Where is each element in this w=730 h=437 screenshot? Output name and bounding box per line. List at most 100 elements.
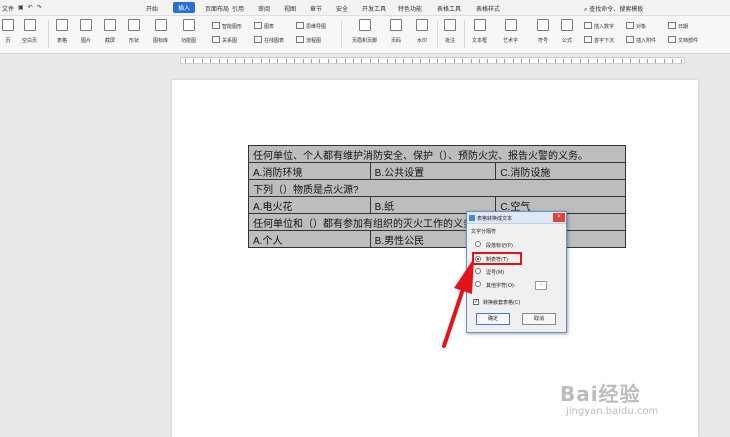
ruler-tick [311,59,312,63]
watermark-button[interactable]: 水印 [416,19,428,44]
table-row: A.电火花 B.纸 C.空气 [248,196,626,214]
textbox-button[interactable]: 文本框 [472,19,487,44]
word-art-button[interactable]: 艺术字 [503,19,518,44]
page-number-icon [390,19,402,31]
command-search[interactable]: ⌕ 查找命令、搜索模板 [584,4,643,14]
shape-icon [128,19,140,31]
header-footer-button[interactable]: 页眉和页脚 [352,19,377,44]
ruler-tick [327,59,329,63]
ruler-tick [453,59,455,63]
dialog-title: 表格转换成文本 [477,216,513,222]
table-cell[interactable]: 任何单位、个人都有维护消防安全、保护（）、预防火灾、报告火警的义务。 [248,145,626,163]
table-cell[interactable]: C.消防设施 [495,162,626,180]
tab-references[interactable]: 引用 [232,4,244,13]
ruler-tick [554,59,556,63]
tab-features[interactable]: 特色功能 [398,4,422,13]
formula-button[interactable]: 公式 [561,19,573,44]
function-chart-button[interactable]: 功能图 [181,19,196,44]
insert-number-button[interactable]: 插入数字 [584,22,614,30]
page-number-button[interactable]: 页码 [390,19,402,44]
blank-page-button[interactable]: 空白页 [22,19,37,44]
page-icon [2,19,14,31]
dialog-title-bar[interactable]: 表格转换成文本 × [467,212,566,224]
page-button[interactable]: 页 [2,19,14,44]
document-parts-button[interactable]: 文档部件 [668,36,698,44]
ruler-tick [630,59,632,63]
redo-icon[interactable]: ↷ [37,4,42,13]
tab-security[interactable]: 安全 [336,4,348,13]
mind-map-button[interactable]: 思维导图 [296,22,326,30]
tab-review[interactable]: 审阅 [258,4,270,13]
smart-art-button[interactable]: 智能图形 [212,22,242,30]
ruler-tick [445,59,447,63]
save-icon[interactable]: ▣ [18,4,24,13]
screenshot-button[interactable]: 截屏 [104,19,116,44]
ruler-tick [269,59,270,63]
table-button[interactable]: 表格 [56,19,68,44]
search-label: 查找命令、搜索模板 [589,6,644,13]
relation-chart-button[interactable]: 关系图 [212,36,237,44]
ruler-tick [193,59,195,63]
question-table[interactable]: 任何单位、个人都有维护消防安全、保护（）、预防火灾、报告火警的义务。 A.消防环… [248,145,626,248]
tab-table-style[interactable]: 表格样式 [476,4,500,13]
other-char-input[interactable]: - [535,281,547,290]
formula-icon [561,19,573,31]
table-cell[interactable]: A.电火花 [248,196,371,214]
textbox-icon [473,19,486,31]
table-cell[interactable]: A.个人 [248,230,371,248]
insert-attachment-button[interactable]: 插入附件 [626,36,656,44]
table-cell[interactable]: 下列（）物质是点火源? [248,179,626,197]
table-cell[interactable]: 任何单位和（）都有参加有组织的灭火工作的义务。 [248,213,626,231]
ruler-tick [596,59,598,63]
ruler-tick [437,59,438,63]
ruler-tick [504,59,506,63]
flowchart-button[interactable]: 流程图 [296,36,321,44]
comment-button[interactable]: 批注 [444,19,456,44]
radio-paragraph-mark[interactable] [475,241,481,247]
tab-developer[interactable]: 开发工具 [362,4,386,13]
date-button[interactable]: 日期 [668,22,688,30]
ruler-tick [663,59,665,63]
ruler-tick [428,59,430,63]
table-cell[interactable]: A.消防环境 [248,162,371,180]
ruler-tick [277,59,279,63]
ruler-tick [571,59,573,63]
symbol-icon [537,19,549,31]
tab-chapter[interactable]: 章节 [310,4,322,13]
picture-button[interactable]: 图片 [80,19,92,44]
tab-table-tools[interactable]: 表格工具 [437,4,461,13]
ruler-tick [680,59,682,63]
ruler-tick [260,59,262,63]
shape-button[interactable]: 形状 [128,19,140,44]
watermark: Bai经验 jingyan.baidu.com [560,378,700,428]
ruler-tick [537,59,539,63]
table-row: 任何单位、个人都有维护消防安全、保护（）、预防火灾、报告火警的义务。 [248,145,626,163]
object-button[interactable]: 对象 [626,22,646,30]
icon-library-button[interactable]: 图标库 [153,19,168,44]
tab-page-layout[interactable]: 页面布局 [205,4,229,13]
tab-view[interactable]: 视图 [284,4,296,13]
screenshot-icon [104,19,116,31]
file-menu[interactable]: 文件 [2,4,14,13]
online-chart-button[interactable]: 在线图表 [254,36,284,44]
ruler-tick [420,59,422,63]
ruler-tick [546,59,548,63]
ruler-tick [294,59,296,63]
ruler-tick [563,59,564,63]
close-icon[interactable]: × [553,213,565,222]
ruler-tick [529,59,531,63]
drop-cap-button[interactable]: 首字下沉 [584,36,614,44]
table-cell[interactable]: B.公共设置 [369,162,497,180]
tab-insert[interactable]: 插入 [173,2,196,13]
ruler-tick [521,59,522,63]
ruler-tick [479,59,480,63]
horizontal-ruler[interactable] [180,57,685,64]
undo-icon[interactable]: ↶ [28,4,33,13]
word-art-icon [504,19,517,31]
symbol-button[interactable]: 符号 [537,19,549,44]
picture-icon [80,19,92,31]
tab-home[interactable]: 开始 [146,4,158,13]
ruler-tick [235,59,237,63]
chart-button[interactable]: 图表 [254,22,274,30]
cancel-button[interactable]: 取消 [522,313,556,325]
